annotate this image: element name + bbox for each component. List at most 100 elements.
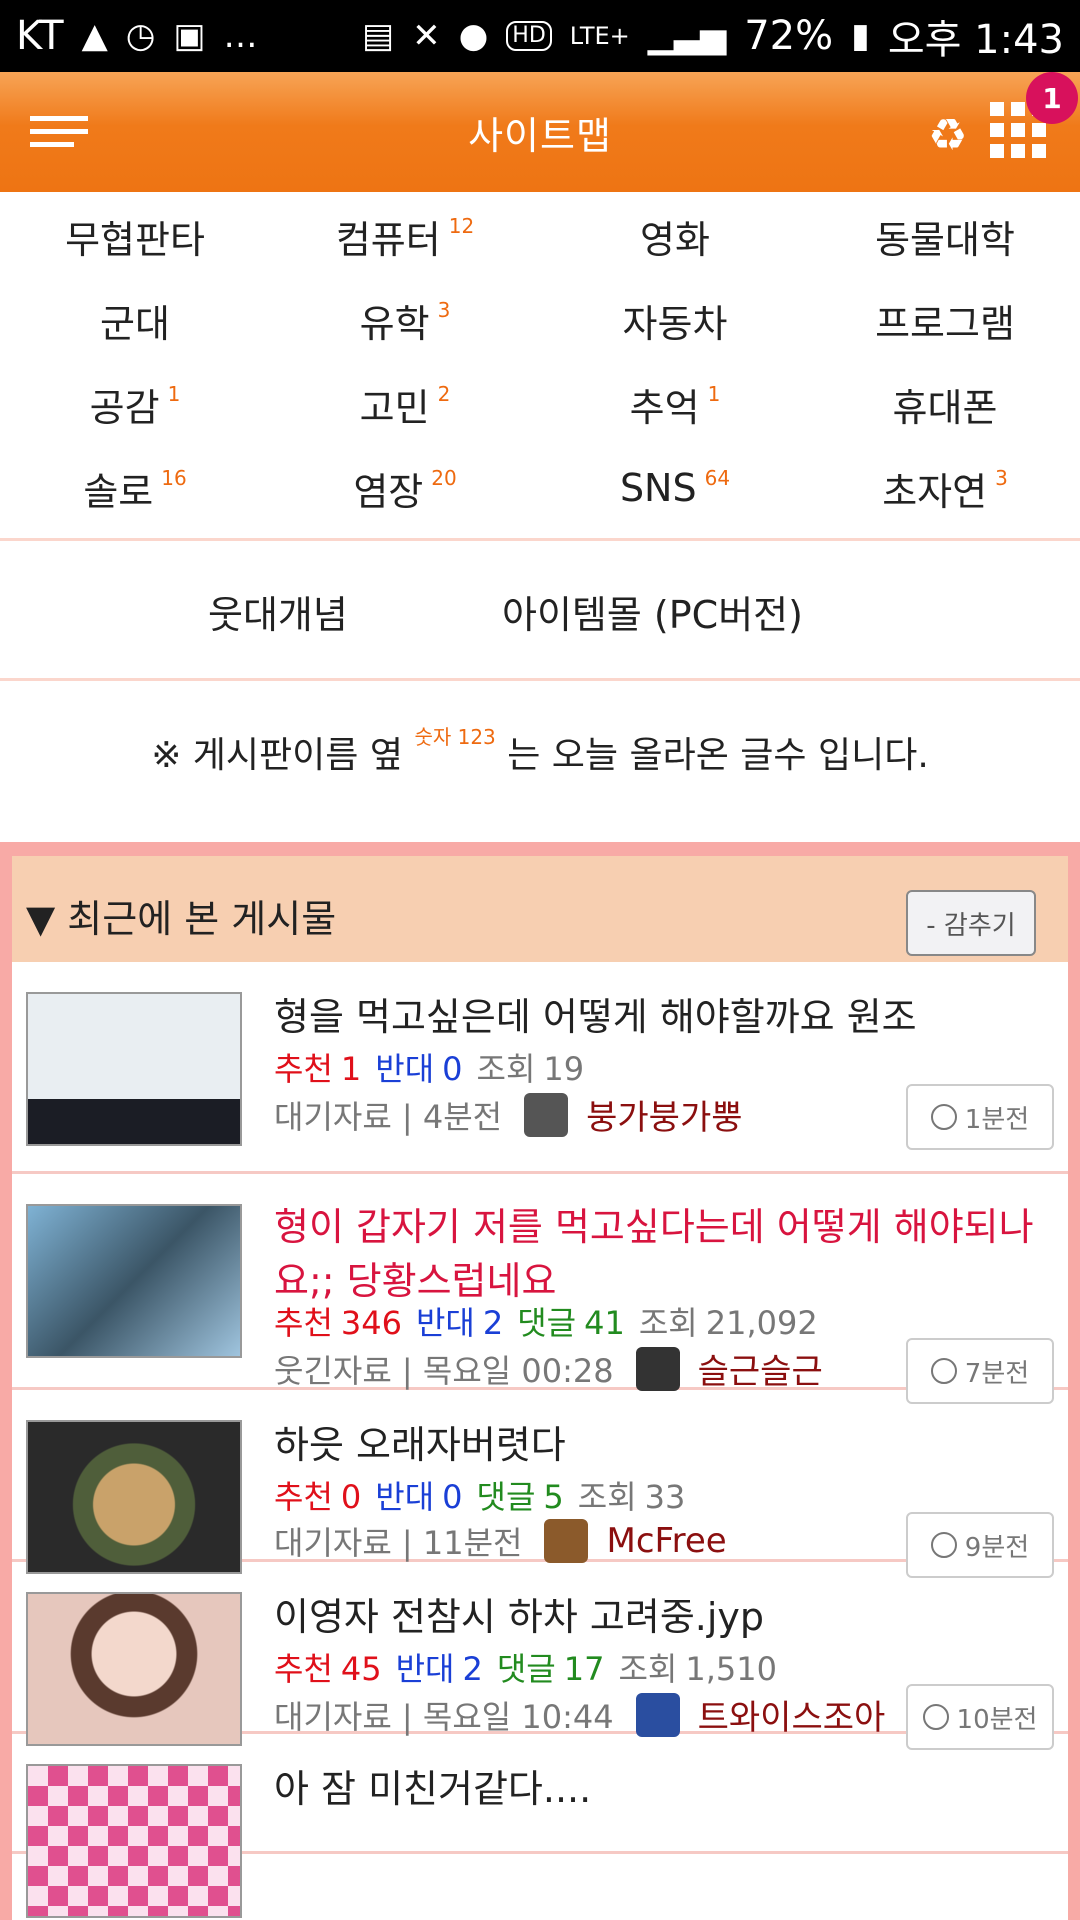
divider <box>0 538 1080 541</box>
post-stats: 추천 346 반대 2 댓글 41 조회 21,092 <box>274 1298 832 1344</box>
post-author[interactable]: McFree <box>606 1521 726 1561</box>
menu-icon[interactable] <box>30 116 88 148</box>
clock: 오후 1:43 <box>887 17 1064 63</box>
sitemap-item[interactable]: 무협판타 <box>0 194 270 278</box>
sitemap-item[interactable]: SNS 64 <box>540 446 810 530</box>
sitemap-item-label: 유학 <box>359 301 430 346</box>
recent-posts-header: ▼ 최근에 본 게시물 - 감추기 <box>12 856 1068 962</box>
sitemap-item-label: 고민 <box>359 385 430 430</box>
sitemap-item[interactable]: 염장 20 <box>270 446 540 530</box>
sitemap-item[interactable]: 고민 2 <box>270 362 540 446</box>
author-avatar <box>635 1692 680 1737</box>
post-author[interactable]: 트와이스조아 <box>698 1690 886 1739</box>
post-recommend-count: 346 <box>340 1304 402 1342</box>
sitemap-item[interactable]: 공감 1 <box>0 362 270 446</box>
author-avatar <box>635 1346 680 1391</box>
post-category: 웃긴자료 | 목요일 00:28 <box>274 1351 614 1390</box>
battery-icon: ▮ <box>851 16 870 56</box>
app-header: 사이트맵 ♻ <box>0 72 1080 192</box>
page-title: 사이트맵 <box>468 113 612 158</box>
post-recommend-label: 추천 <box>274 1050 333 1088</box>
sitemap-item[interactable]: 초자연 3 <box>810 446 1080 530</box>
post-recommend-count: 45 <box>340 1650 382 1688</box>
time-ago-button[interactable]: 1분전 <box>906 1084 1054 1150</box>
post-thumbnail[interactable] <box>26 1764 242 1918</box>
recent-posts-title: ▼ 최근에 본 게시물 <box>26 897 337 941</box>
sitemap-item[interactable]: 솔로 16 <box>0 446 270 530</box>
post-thumbnail[interactable] <box>26 1204 242 1358</box>
sitemap-grid: 무협판타 컴퓨터 12 영화 동물대학군대 유학 3 자동차 프로그램공감 1 고민 2 추억 1 휴대폰솔… <box>0 192 1080 536</box>
signal-icon: ▁▃▅ <box>647 16 727 56</box>
post-recommend-count: 0 <box>340 1478 362 1516</box>
sitemap-item[interactable]: 영화 <box>540 194 810 278</box>
post-view-label: 조회 <box>638 1304 698 1342</box>
notification-badge[interactable]: 1 <box>1026 72 1078 124</box>
sitemap-item[interactable]: 휴대폰 <box>810 362 1080 446</box>
more-dots-icon: … <box>223 16 258 56</box>
post-author[interactable]: 붕가붕가뿡 <box>586 1090 742 1139</box>
sitemap-item[interactable]: 컴퓨터 12 <box>270 194 540 278</box>
post-oppose-label: 반대 <box>375 1050 435 1088</box>
sitemap-item[interactable]: 추억 1 <box>540 362 810 446</box>
alarm-clock-icon: ◷ <box>125 16 156 56</box>
post-comment-label: 댓글 <box>496 1650 556 1688</box>
post-item[interactable]: 하읏 오래자버렷다 추천 0 반대 0 댓글 5 조회 33 대기자료 | 11분전 McFree 9… <box>12 1390 1068 1578</box>
divider <box>0 678 1080 681</box>
post-comment-count: 17 <box>563 1650 605 1688</box>
post-item[interactable]: 형을 먹고싶은데 어떻게 해야할까요 원조 추천 1 반대 0 조회 19 대기자료 | 4분… <box>12 962 1068 1174</box>
sitemap-item-label: 휴대폰 <box>892 385 998 430</box>
post-thumbnail[interactable] <box>26 1592 242 1746</box>
post-title[interactable]: 아 잠 미친거같다.... <box>274 1762 1064 1816</box>
post-author[interactable]: 슬근슬근 <box>698 1344 823 1393</box>
notice-prefix: ※ 게시판이름 옆 <box>151 735 403 776</box>
post-view-count: 1,510 <box>685 1650 777 1688</box>
itemmall-link[interactable]: 아이템몰 (PC버전) <box>502 584 803 639</box>
sitemap-item[interactable]: 동물대학 <box>810 194 1080 278</box>
image-icon: ▣ <box>173 16 206 56</box>
post-stats: 추천 0 반대 0 댓글 5 조회 33 <box>274 1472 699 1518</box>
post-item[interactable]: 이영자 전참시 하차 고려중.jyp 추천 45 반대 2 댓글 17 조회 1,510 대기자료… <box>12 1562 1068 1750</box>
post-thumbnail[interactable] <box>26 1420 242 1574</box>
sitemap-item[interactable]: 자동차 <box>540 278 810 362</box>
notice-sup: 숫자 123 <box>414 725 496 749</box>
post-category: 대기자료 | 목요일 10:44 <box>274 1697 614 1736</box>
recycle-icon[interactable]: ♻ <box>928 110 967 161</box>
post-recommend-label: 추천 <box>274 1650 333 1688</box>
sitemap-item-label: 공감 <box>89 385 160 430</box>
sitemap-item-label: 영화 <box>640 217 710 262</box>
sitemap-item-label: 프로그램 <box>875 301 1015 346</box>
post-oppose-count: 2 <box>482 1304 504 1342</box>
concept-link[interactable]: 웃대개념 <box>208 584 348 639</box>
post-title[interactable]: 이영자 전참시 하차 고려중.jyp <box>274 1590 1064 1644</box>
post-title[interactable]: 형을 먹고싶은데 어떻게 해야할까요 원조 <box>274 990 1064 1044</box>
sitemap-item-label: 컴퓨터 <box>335 217 441 262</box>
hide-button[interactable]: - 감추기 <box>906 890 1036 956</box>
post-view-count: 21,092 <box>705 1304 818 1342</box>
post-stats: 추천 1 반대 0 조회 19 <box>274 1044 598 1090</box>
recent-posts-panel: ▼ 최근에 본 게시물 - 감추기 형을 먹고싶은데 어떻게 해야할까요 원조 추… <box>0 842 1080 1920</box>
time-ago-label: 7분전 <box>964 1358 1030 1389</box>
sitemap-item-label: 솔로 <box>83 469 154 514</box>
post-item[interactable]: 아 잠 미친거같다.... <box>12 1734 1068 1918</box>
post-view-label: 조회 <box>618 1650 678 1688</box>
sitemap-item-label: 무협판타 <box>65 217 205 262</box>
sitemap-item[interactable]: 군대 <box>0 278 270 362</box>
post-thumbnail[interactable] <box>26 992 242 1146</box>
graduation-cap-icon: ▲ <box>81 16 108 56</box>
post-meta: 대기자료 | 4분전 붕가붕가뿡 <box>274 1090 743 1139</box>
sitemap-item[interactable]: 유학 3 <box>270 278 540 362</box>
post-title[interactable]: 형이 갑자기 저를 먹고싶다는데 어떻게 해야되나요;; 당황스럽네요 <box>274 1200 1064 1308</box>
time-ago-label: 1분전 <box>964 1104 1030 1135</box>
sitemap-item-count: 64 <box>704 466 731 490</box>
post-oppose-count: 0 <box>442 1050 463 1088</box>
sitemap-item-label: 추억 <box>629 385 700 430</box>
post-item[interactable]: 형이 갑자기 저를 먹고싶다는데 어떻게 해야되나요;; 당황스럽네요 추천 346… <box>12 1174 1068 1404</box>
smiley-icon <box>922 1704 949 1730</box>
lte-icon: LTE+ <box>569 22 630 50</box>
post-recommend-label: 추천 <box>274 1304 333 1342</box>
sitemap-item[interactable]: 프로그램 <box>810 278 1080 362</box>
links-row: 웃대개념 아이템몰 (PC버전) <box>0 544 1080 678</box>
post-oppose-count: 0 <box>442 1478 463 1516</box>
post-title[interactable]: 하읏 오래자버렷다 <box>274 1418 1064 1472</box>
battery-percent: 72% <box>744 13 834 59</box>
